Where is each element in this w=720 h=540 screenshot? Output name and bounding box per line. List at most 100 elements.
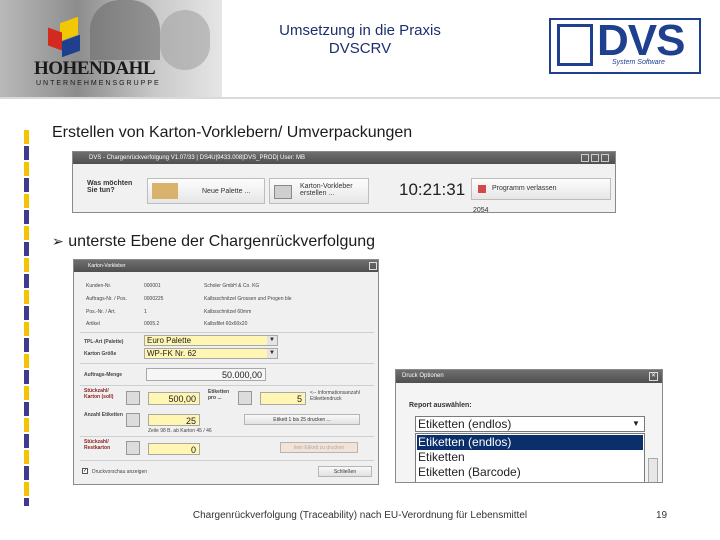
slide-subtitle: DVSCRV xyxy=(328,40,392,57)
chevron-down-icon[interactable]: ▼ xyxy=(267,336,277,345)
carton-size-select[interactable]: WP-FK Nr. 62 ▼ xyxy=(144,348,278,359)
report-option[interactable]: Etiketten (endlos) xyxy=(417,435,643,450)
calculator-icon[interactable] xyxy=(126,441,140,455)
quantity-field[interactable]: 50.000,00 xyxy=(146,368,266,381)
minimize-icon[interactable] xyxy=(581,154,589,162)
accent-bar xyxy=(24,450,29,464)
carton-size-select-value: WP-FK Nr. 62 xyxy=(147,349,197,358)
company-name: HOHENDAHL xyxy=(34,58,156,79)
field-label: Auftrags-Nr. / Pos. xyxy=(86,296,127,302)
bullet-heading: ➢ unterste Ebene der Chargenrückverfolgu… xyxy=(52,233,375,251)
exit-label: Programm verlassen xyxy=(492,185,557,192)
window-title-bar: DVS - Chargenrückverfolgung V1.07/33 | D… xyxy=(73,152,615,164)
report-option[interactable]: Etiketten (Barcode) xyxy=(417,465,643,480)
report-select[interactable]: Etiketten (endlos) ▼ xyxy=(415,416,645,432)
arrow-bullet-icon: ➢ xyxy=(52,233,64,249)
status-text: 2054 xyxy=(473,207,489,213)
carton-label-window: Karton-Vorkleber Kunden-Nr. 000001 Schol… xyxy=(73,259,379,485)
carton-label-button[interactable]: Karton-Vorkleber erstellen ... xyxy=(269,178,369,204)
barcode-icon xyxy=(274,185,292,199)
preview-checkbox[interactable]: ✓ xyxy=(82,468,88,474)
accent-bar xyxy=(24,210,29,224)
dialog-title: Druck Optionen xyxy=(396,370,662,383)
pieces-per-carton-label: Stückzahl/ Karton (soll) xyxy=(84,388,114,400)
chevron-down-icon[interactable]: ▼ xyxy=(630,418,642,430)
field-extra: Kalbsfilet 60x60x20 xyxy=(204,321,248,327)
accent-bar xyxy=(24,162,29,176)
remaining-pieces-field[interactable]: 0 xyxy=(148,443,200,455)
dvs-logo-sub: System Software xyxy=(612,59,665,66)
slide-title: Umsetzung in die Praxis xyxy=(279,22,441,39)
accent-bar xyxy=(24,130,29,144)
accent-bar xyxy=(24,402,29,416)
calculator-icon[interactable] xyxy=(126,391,140,405)
page-number: 19 xyxy=(656,510,668,521)
photo-figure xyxy=(160,10,210,70)
scrollbar[interactable] xyxy=(648,458,658,482)
calculator-icon[interactable] xyxy=(126,413,140,427)
report-options-list: Etiketten (endlos) Etiketten Etiketten (… xyxy=(415,433,645,482)
header-divider xyxy=(0,97,720,99)
carton-note: Zeile 98 B. ab Karton 45 / 46 xyxy=(148,428,212,434)
window-title: Karton-Vorkleber xyxy=(88,263,126,269)
accent-bar xyxy=(24,338,29,352)
label-count-label: Anzahl Etiketten xyxy=(84,412,123,418)
accent-bar xyxy=(24,146,29,160)
field-extra: Kalbsschnitzel Grossen und Progen ble xyxy=(204,296,292,302)
pallet-select-value: Euro Palette xyxy=(147,336,192,345)
accent-bar xyxy=(24,498,29,506)
report-select-value: Etiketten (endlos) xyxy=(418,417,512,431)
no-label-button[interactable]: kein Etikett zu drucken xyxy=(280,442,358,453)
close-button[interactable]: Schließen xyxy=(318,466,372,477)
accent-bar xyxy=(24,194,29,208)
divider xyxy=(80,363,374,364)
calculator-icon[interactable] xyxy=(238,391,252,405)
field-value: 0005.2 xyxy=(144,321,160,327)
preview-label: Druckvorschau anzeigen xyxy=(92,469,148,475)
window-controls[interactable] xyxy=(581,154,611,162)
print-labels-button[interactable]: Etikett 1 bis 25 drucken ... xyxy=(244,414,360,425)
field-label: Pos.-Nr. / Art. xyxy=(86,309,116,315)
pallet-select[interactable]: Euro Palette ▼ xyxy=(144,335,278,346)
divider xyxy=(80,460,374,461)
accent-bar xyxy=(24,386,29,400)
new-pallet-button[interactable]: Neue Palette ... xyxy=(147,178,265,204)
accent-bar xyxy=(24,466,29,480)
field-extra: Scholer GmbH & Co. KG xyxy=(204,283,260,289)
labels-per-field[interactable]: 5 xyxy=(260,392,306,405)
question-label: Was möchten Sie tun? xyxy=(87,180,133,194)
accent-bar xyxy=(24,418,29,432)
carton-size-label: Karton Größe xyxy=(84,351,117,357)
labels-per-label: Etiketten pro ... xyxy=(208,389,230,401)
company-sub: UNTERNEHMENSGRUPPE xyxy=(36,80,161,87)
chevron-down-icon[interactable]: ▼ xyxy=(267,349,277,358)
carton-label-text: Karton-Vorkleber erstellen ... xyxy=(300,183,353,197)
close-icon[interactable] xyxy=(369,262,377,270)
field-extra: Kalbsschnitzel 60mm xyxy=(204,309,252,315)
accent-bar xyxy=(24,434,29,448)
accent-bar xyxy=(24,306,29,320)
accent-bar xyxy=(24,258,29,272)
divider xyxy=(80,385,374,386)
accent-bar xyxy=(24,290,29,304)
accent-bar xyxy=(24,242,29,256)
close-icon[interactable]: ✕ xyxy=(649,372,658,381)
label-count-field[interactable]: 25 xyxy=(148,414,200,426)
section-heading: Erstellen von Karton-Vorklebern/ Umverpa… xyxy=(52,124,413,141)
pallet-label: TPL-Art (Palette) xyxy=(84,339,124,345)
maximize-icon[interactable] xyxy=(591,154,599,162)
pallet-icon xyxy=(152,183,178,199)
print-options-dialog: Druck Optionen ✕ Report auswählen: Etike… xyxy=(395,369,663,483)
divider xyxy=(80,332,374,333)
dvs-cube-icon xyxy=(557,24,593,66)
report-label: Report auswählen: xyxy=(409,402,472,409)
exit-program-button[interactable]: Programm verlassen xyxy=(471,178,611,200)
accent-bar xyxy=(24,370,29,384)
footer-text: Chargenrückverfolgung (Traceability) nac… xyxy=(192,510,528,521)
accent-bar xyxy=(24,178,29,192)
pieces-per-carton-field[interactable]: 500,00 xyxy=(148,392,200,405)
window-title-bar: Karton-Vorkleber xyxy=(74,260,378,272)
field-label: Kunden-Nr. xyxy=(86,283,112,289)
close-icon[interactable] xyxy=(601,154,609,162)
report-option[interactable]: Etiketten xyxy=(417,450,643,465)
